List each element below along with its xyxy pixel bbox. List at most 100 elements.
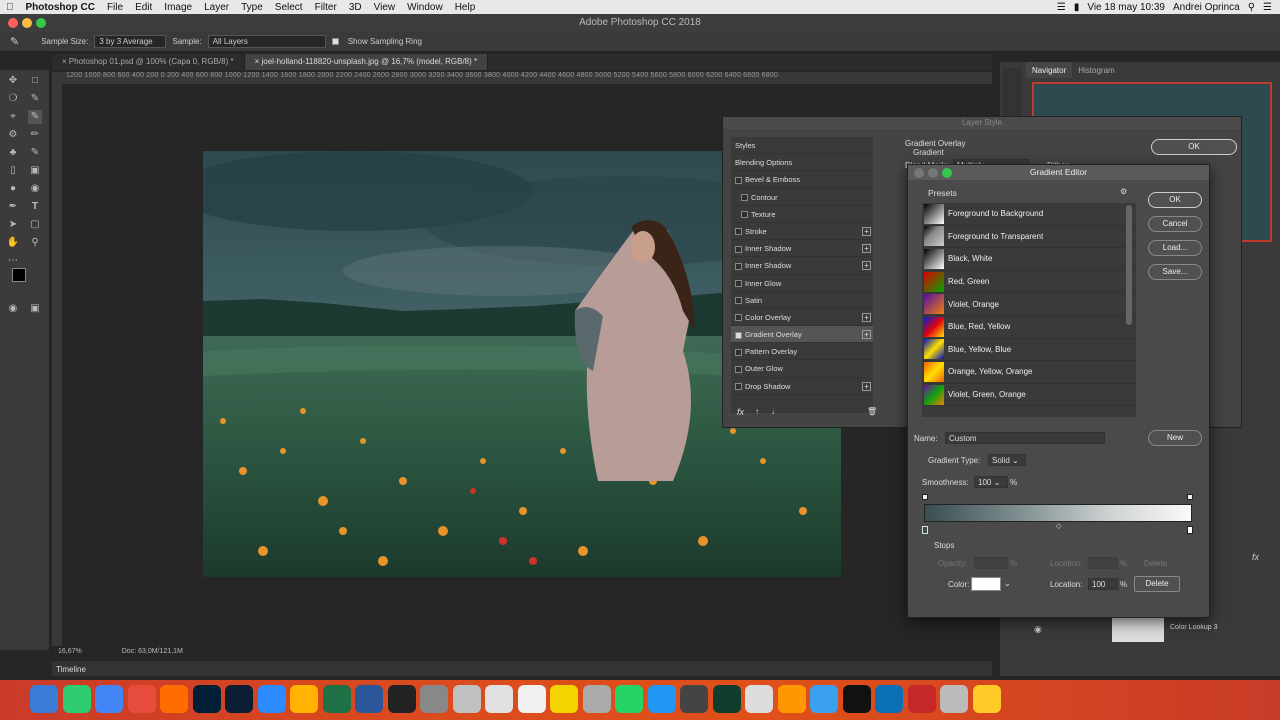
preset-item[interactable]: Blue, Red, Yellow — [922, 316, 1136, 339]
dock-app-icon[interactable] — [127, 685, 156, 713]
gradient-load-button[interactable]: Load... — [1148, 240, 1202, 256]
smoothness-input[interactable]: 100 ⌄ — [974, 476, 1008, 488]
opacity-stop-right[interactable] — [1187, 494, 1193, 500]
blur-tool-icon[interactable]: ● — [6, 182, 20, 196]
menu-filter[interactable]: Filter — [309, 2, 343, 13]
midpoint-marker[interactable]: ◇ — [1056, 522, 1061, 530]
eye-icon[interactable]: ◉ — [1034, 624, 1042, 635]
dock-app-icon[interactable] — [842, 685, 871, 713]
close-window-icon[interactable] — [8, 18, 18, 28]
dodge-tool-icon[interactable]: ◉ — [28, 182, 42, 196]
dock-app-icon[interactable] — [225, 685, 253, 713]
dock-app-icon[interactable] — [160, 685, 188, 713]
lasso-tool-icon[interactable]: ❍ — [6, 92, 20, 106]
preset-item[interactable]: Foreground to Transparent — [922, 226, 1136, 249]
layer-thumbnail[interactable] — [1112, 618, 1164, 642]
style-item[interactable]: Drop Shadow + — [731, 378, 873, 395]
add-style-icon[interactable]: + — [862, 226, 871, 236]
style-item[interactable]: Styles — [731, 137, 873, 155]
minimize-window-icon[interactable] — [22, 18, 32, 28]
preset-item[interactable]: Violet, Orange — [922, 293, 1136, 316]
dock-app-icon[interactable] — [355, 685, 383, 713]
style-checkbox[interactable] — [735, 365, 742, 373]
more-tools-icon[interactable]: ⋯ — [6, 254, 20, 268]
menubar-user[interactable]: Andrei Oprinca — [1173, 2, 1240, 13]
style-checkbox[interactable] — [735, 331, 742, 339]
foreground-color-swatch[interactable] — [12, 268, 26, 282]
healing-tool-icon[interactable]: ⚙ — [6, 128, 20, 142]
dock-app-icon[interactable] — [875, 685, 903, 713]
sample-size-select[interactable]: 3 by 3 Average — [94, 35, 167, 48]
dock-app-icon[interactable] — [810, 685, 838, 713]
tab-photoshop01[interactable]: × Photoshop 01.psd @ 100% (Capa 0, RGB/8… — [52, 54, 245, 70]
gradient-save-button[interactable]: Save... — [1148, 264, 1202, 280]
tab-joel-holland[interactable]: × joel-holland-118820-unsplash.jpg @ 16,… — [244, 54, 489, 70]
menu-app[interactable]: Photoshop CC — [20, 2, 101, 13]
shape-tool-icon[interactable]: ▢ — [28, 218, 42, 232]
style-checkbox[interactable] — [741, 194, 748, 202]
style-checkbox[interactable] — [735, 176, 742, 184]
add-style-icon[interactable]: + — [862, 330, 871, 340]
dock-app-icon[interactable] — [485, 685, 513, 713]
dock-app-icon[interactable] — [615, 685, 643, 713]
menu-type[interactable]: Type — [235, 2, 269, 13]
style-checkbox[interactable] — [735, 314, 742, 322]
minimize-dialog-icon[interactable] — [928, 168, 938, 178]
style-checkbox[interactable] — [735, 228, 742, 236]
style-item[interactable]: Satin — [731, 292, 873, 309]
move-tool-icon[interactable]: ✥ — [6, 74, 20, 88]
color-delete-button[interactable]: Delete — [1134, 576, 1180, 592]
dock-app-icon[interactable] — [680, 685, 708, 713]
stamp-tool-icon[interactable]: ♣ — [6, 146, 20, 160]
name-input[interactable]: Custom — [945, 432, 1105, 444]
dock-app-icon[interactable] — [777, 685, 806, 713]
style-item[interactable]: Contour — [731, 189, 873, 206]
eyedropper-tool-icon[interactable]: ✎ — [10, 35, 19, 48]
move-up-icon[interactable]: ↑ — [755, 407, 759, 416]
quick-select-tool-icon[interactable]: ✎ — [28, 92, 42, 106]
menubar-datetime[interactable]: Vie 18 may 10:39 — [1087, 2, 1165, 13]
color-location-input[interactable]: 100 — [1088, 578, 1118, 590]
dock-app-icon[interactable] — [62, 685, 91, 713]
style-item[interactable]: Inner Shadow + — [731, 257, 873, 275]
add-style-icon[interactable]: + — [862, 261, 871, 271]
style-item[interactable]: Blending Options — [731, 154, 873, 172]
style-checkbox[interactable] — [735, 297, 742, 305]
dock-app-icon[interactable] — [257, 685, 286, 713]
preset-item[interactable]: Foreground to Background — [922, 203, 1136, 226]
wifi-icon[interactable]: ☰ — [1057, 2, 1066, 13]
dock-app-icon[interactable] — [972, 685, 1001, 713]
color-stop-left[interactable] — [922, 526, 928, 534]
menu-file[interactable]: File — [101, 2, 129, 13]
preset-item[interactable]: Red, Green — [922, 271, 1136, 294]
menu-image[interactable]: Image — [158, 2, 198, 13]
add-style-icon[interactable]: + — [862, 381, 871, 391]
style-item[interactable]: Gradient Overlay + — [731, 326, 873, 344]
sample-select[interactable]: All Layers — [207, 35, 326, 48]
move-down-icon[interactable]: ↓ — [771, 407, 775, 416]
opacity-stop-left[interactable] — [922, 494, 928, 500]
style-item[interactable]: Pattern Overlay — [731, 343, 873, 361]
preset-item[interactable]: Violet, Green, Orange — [922, 384, 1136, 407]
gradient-ok-button[interactable]: OK — [1148, 192, 1202, 208]
menu-layer[interactable]: Layer — [198, 2, 235, 13]
dock-app-icon[interactable] — [387, 685, 416, 713]
style-checkbox[interactable] — [735, 245, 742, 253]
dock-app-icon[interactable] — [907, 685, 936, 713]
zoom-tool-icon[interactable]: ⚲ — [28, 236, 42, 250]
path-select-icon[interactable]: ➤ — [6, 218, 20, 232]
style-checkbox[interactable] — [741, 211, 748, 219]
layer-name[interactable]: Color Lookup 3 — [1170, 624, 1217, 631]
menu-window[interactable]: Window — [401, 2, 449, 13]
menu-view[interactable]: View — [368, 2, 402, 13]
screen-mode-icon[interactable]: ▣ — [28, 302, 42, 316]
style-item[interactable]: Stroke + — [731, 223, 873, 241]
style-checkbox[interactable] — [735, 348, 742, 356]
dock-app-icon[interactable] — [192, 685, 221, 713]
dock-app-icon[interactable] — [647, 685, 676, 713]
trash-icon[interactable]: 🗑 — [867, 407, 877, 416]
crop-tool-icon[interactable]: ⌖ — [6, 110, 20, 124]
add-style-icon[interactable]: + — [862, 244, 871, 254]
style-item[interactable]: Inner Glow — [731, 275, 873, 292]
style-item[interactable]: Color Overlay + — [731, 309, 873, 327]
